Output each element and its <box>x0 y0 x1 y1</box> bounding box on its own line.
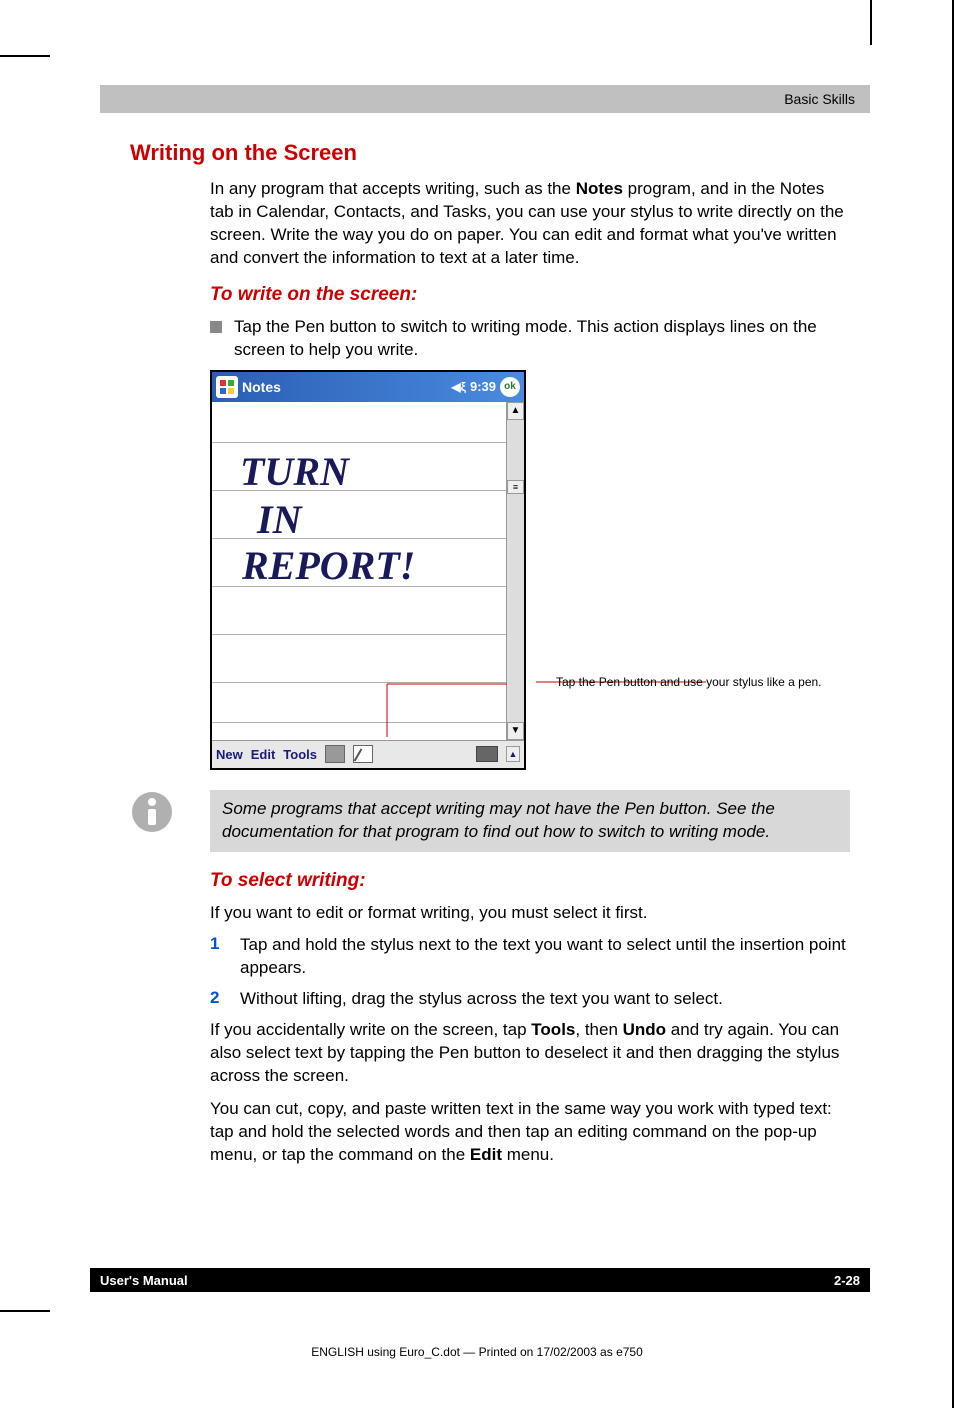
section-title: Writing on the Screen <box>130 140 850 166</box>
undo-paragraph: If you accidentally write on the screen,… <box>210 1019 850 1088</box>
bullet-text: Tap the Pen button to switch to writing … <box>234 316 850 362</box>
intro-paragraph: In any program that accepts writing, suc… <box>210 178 850 270</box>
scroll-grip-icon: ≡ <box>507 480 524 494</box>
page: Basic Skills Writing on the Screen In an… <box>0 0 954 1408</box>
step-item: 2 Without lifting, drag the stylus acros… <box>210 988 850 1011</box>
callout-connector <box>536 370 706 770</box>
sip-up-button[interactable]: ▲ <box>506 746 520 762</box>
subhead-write: To write on the screen: <box>210 284 850 306</box>
pen-button-icon[interactable] <box>353 745 373 763</box>
note-canvas[interactable]: TURN IN REPORT! <box>212 402 506 740</box>
header-bar: Basic Skills <box>100 85 870 113</box>
handwriting-line: IN <box>257 496 301 543</box>
pda-bottombar: New Edit Tools ▲ <box>212 740 524 768</box>
handwriting-line: TURN <box>240 448 349 495</box>
select-intro: If you want to edit or format writing, y… <box>210 902 850 925</box>
footer-page: 2-28 <box>834 1273 860 1288</box>
menu-tools[interactable]: Tools <box>283 747 317 762</box>
step-text: Tap and hold the stylus next to the text… <box>240 934 850 980</box>
callout-text: Tap the Pen button and use your stylus l… <box>556 675 822 689</box>
windows-logo-icon[interactable] <box>216 376 238 398</box>
pda-clock: 9:39 <box>470 379 496 394</box>
step-item: 1 Tap and hold the stylus next to the te… <box>210 934 850 980</box>
ruled-line <box>212 722 506 723</box>
bullet-item: Tap the Pen button to switch to writing … <box>210 316 850 362</box>
step-text: Without lifting, drag the stylus across … <box>240 988 723 1011</box>
ruled-line <box>212 442 506 443</box>
header-section: Basic Skills <box>784 91 855 107</box>
scroll-track[interactable]: ≡ <box>507 420 524 722</box>
ruled-line <box>212 682 506 683</box>
speaker-icon[interactable]: ◀ξ <box>451 380 466 394</box>
scroll-up-button[interactable]: ▲ <box>507 402 524 420</box>
footer-bar: User's Manual 2-28 <box>90 1268 870 1292</box>
ruled-line <box>212 634 506 635</box>
step-number: 2 <box>210 988 228 1011</box>
screenshot-figure: Notes ◀ξ 9:39 ok <box>210 370 850 770</box>
handwriting-line: REPORT! <box>242 542 415 589</box>
bullet-square-icon <box>210 321 222 333</box>
menu-edit[interactable]: Edit <box>251 747 276 762</box>
cut-paragraph: You can cut, copy, and paste written tex… <box>210 1098 850 1167</box>
pda-app-title: Notes <box>242 379 447 395</box>
content: Writing on the Screen In any program tha… <box>130 140 850 1177</box>
keyboard-icon[interactable] <box>476 746 498 762</box>
step-number: 1 <box>210 934 228 980</box>
crop-mark <box>0 1310 50 1312</box>
info-wrap: Some programs that accept writing may no… <box>210 790 850 852</box>
scroll-down-button[interactable]: ▼ <box>507 722 524 740</box>
menu-new[interactable]: New <box>216 747 243 762</box>
info-box: Some programs that accept writing may no… <box>210 790 850 852</box>
pda-titlebar: Notes ◀ξ 9:39 ok <box>212 372 524 402</box>
print-info: ENGLISH using Euro_C.dot — Printed on 17… <box>0 1345 954 1359</box>
pda-screenshot: Notes ◀ξ 9:39 ok <box>210 370 526 770</box>
subhead-select: To select writing: <box>210 870 850 892</box>
crop-mark <box>0 55 50 57</box>
ok-button[interactable]: ok <box>500 377 520 397</box>
scrollbar[interactable]: ▲ ≡ ▼ <box>506 402 524 740</box>
recorder-icon[interactable] <box>325 745 345 763</box>
info-icon <box>130 790 174 834</box>
footer-left: User's Manual <box>100 1273 188 1288</box>
crop-mark <box>870 0 872 45</box>
note-area: TURN IN REPORT! ▲ ≡ <box>212 402 524 740</box>
